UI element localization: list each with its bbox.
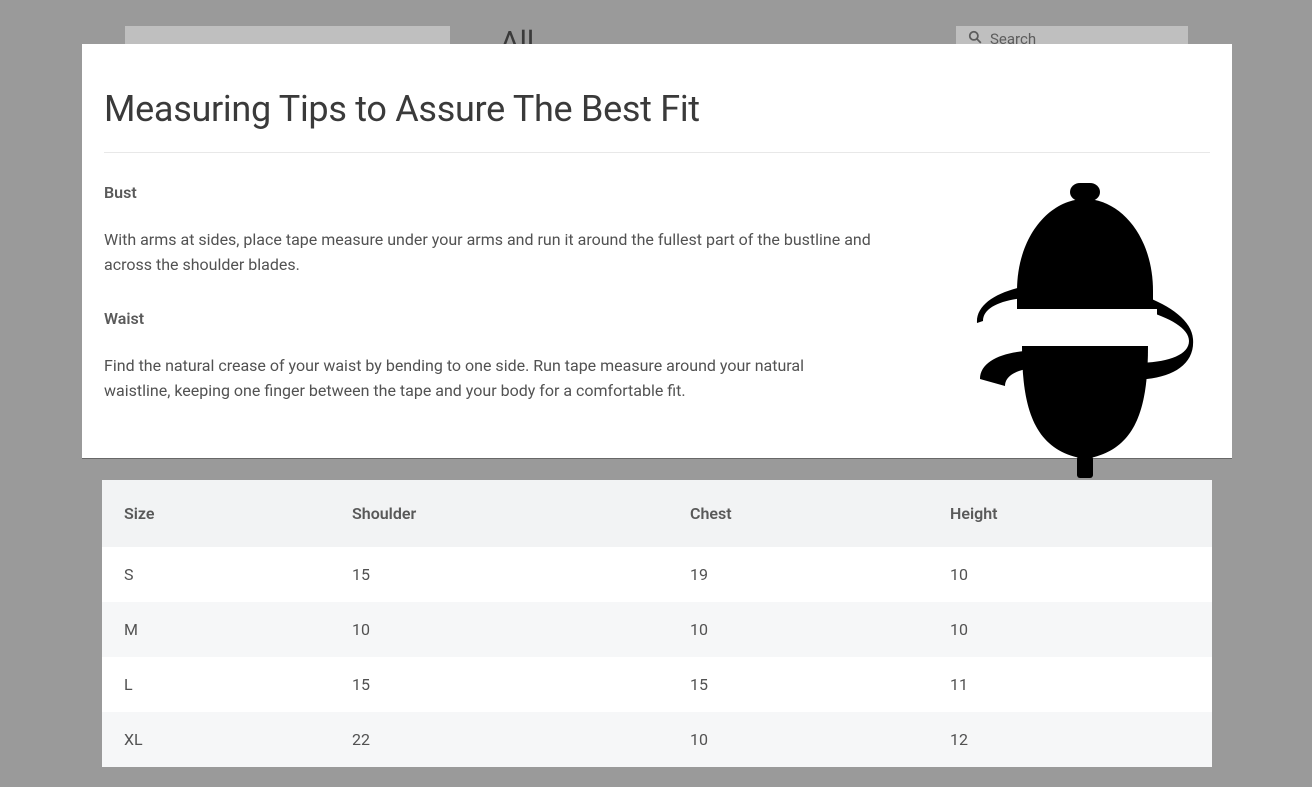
- table-header-row: Size Shoulder Chest Height: [102, 480, 1212, 547]
- cell-height: 11: [928, 657, 1212, 712]
- cell-chest: 10: [668, 712, 928, 767]
- col-size: Size: [102, 480, 330, 547]
- table-row: S 15 19 10: [102, 547, 1212, 602]
- cell-height: 12: [928, 712, 1212, 767]
- section-body-waist: Find the natural crease of your waist by…: [104, 354, 874, 404]
- col-height: Height: [928, 480, 1212, 547]
- cell-shoulder: 15: [330, 547, 668, 602]
- cell-size: XL: [102, 712, 330, 767]
- size-chart: Size Shoulder Chest Height S 15 19 10 M …: [102, 480, 1212, 767]
- cell-size: M: [102, 602, 330, 657]
- table-row: M 10 10 10: [102, 602, 1212, 657]
- cell-shoulder: 10: [330, 602, 668, 657]
- table-row: L 15 15 11: [102, 657, 1212, 712]
- section-title-bust: Bust: [104, 181, 930, 206]
- size-table: Size Shoulder Chest Height S 15 19 10 M …: [102, 480, 1212, 767]
- cell-size: L: [102, 657, 330, 712]
- cell-chest: 10: [668, 602, 928, 657]
- col-chest: Chest: [668, 480, 928, 547]
- cell-shoulder: 15: [330, 657, 668, 712]
- table-row: XL 22 10 12: [102, 712, 1212, 767]
- cell-chest: 15: [668, 657, 928, 712]
- section-title-waist: Waist: [104, 307, 930, 332]
- section-body-bust: With arms at sides, place tape measure u…: [104, 228, 874, 278]
- cell-height: 10: [928, 547, 1212, 602]
- bg-thumbnail: [125, 26, 450, 44]
- dress-form-icon: [975, 181, 1195, 481]
- modal-body: Bust With arms at sides, place tape meas…: [104, 153, 1210, 481]
- modal-text-column: Bust With arms at sides, place tape meas…: [104, 181, 930, 481]
- modal-illustration: [960, 181, 1210, 481]
- measuring-tips-modal: Measuring Tips to Assure The Best Fit Bu…: [82, 44, 1232, 459]
- cell-shoulder: 22: [330, 712, 668, 767]
- col-shoulder: Shoulder: [330, 480, 668, 547]
- modal-title: Measuring Tips to Assure The Best Fit: [104, 88, 1210, 153]
- cell-height: 10: [928, 602, 1212, 657]
- cell-size: S: [102, 547, 330, 602]
- cell-chest: 19: [668, 547, 928, 602]
